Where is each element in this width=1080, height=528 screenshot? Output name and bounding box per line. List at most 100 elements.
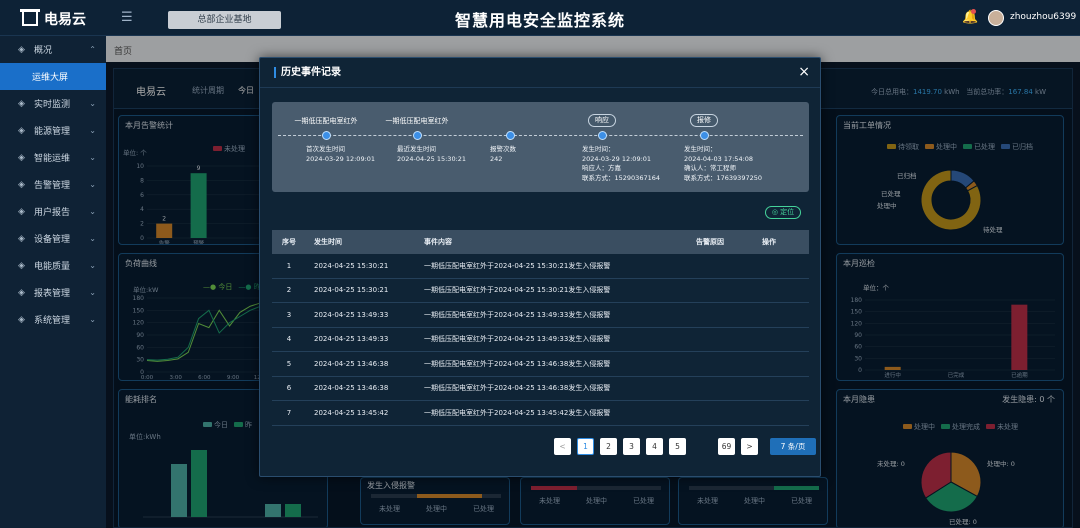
table-cell: 一期低压配电室红外于2024-04-25 15:30:21发生入侵报警 — [424, 261, 611, 270]
bell-icon[interactable]: 🔔 — [962, 9, 978, 25]
sidebar-item-5[interactable]: ◈ 告警管理 ⌄ — [0, 171, 106, 198]
sidebar-item-label: 设备管理 — [34, 235, 71, 245]
table-header-cell: 序号 — [282, 238, 296, 246]
table-cell: 2024-04-25 15:30:21 — [314, 286, 389, 295]
pager-page-button[interactable]: 3 — [623, 438, 640, 455]
chevron-icon: ⌃ — [89, 45, 96, 54]
timeline-action-button[interactable]: 响应 — [588, 114, 616, 127]
device-icon: ◈ — [18, 233, 25, 244]
close-icon[interactable]: × — [798, 64, 810, 80]
sidebar-item-10[interactable]: ◈ 系统管理 ⌄ — [0, 306, 106, 333]
table-row[interactable]: 3 2024-04-25 13:49:33 一期低压配电室红外于2024-04-25… — [272, 303, 809, 328]
table-header-cell: 事件内容 — [424, 238, 452, 246]
table-cell: 一期低压配电室红外于2024-04-25 15:30:21发生入侵报警 — [424, 286, 611, 295]
timeline-detail-line: 发生时间： — [582, 145, 615, 153]
sidebar-item-7[interactable]: ◈ 设备管理 ⌄ — [0, 225, 106, 252]
table-cell: 2 — [286, 286, 292, 295]
timeline-detail-line: 发生时间： — [684, 145, 717, 153]
table-cell: 2024-04-25 13:46:38 — [314, 384, 389, 393]
username[interactable]: zhouzhou6399 — [1010, 12, 1076, 22]
timeline-node-title: 一期低压配电室红外 — [294, 117, 358, 125]
sidebar-item-label: 能源管理 — [34, 127, 71, 137]
sidebar-item-9[interactable]: ◈ 报表管理 ⌄ — [0, 279, 106, 306]
table-cell: 3 — [286, 310, 292, 319]
table-row[interactable]: 1 2024-04-25 15:30:21 一期低压配电室红外于2024-04-25… — [272, 254, 809, 279]
timeline-node — [413, 131, 422, 140]
pagination: <1 2 3 4 5 69 >7 条/页 — [554, 438, 816, 455]
pager-next-button[interactable]: > — [741, 438, 758, 455]
sidebar-item-0[interactable]: ◈ 概况 ⌃ — [0, 36, 106, 63]
sidebar-item-label: 系统管理 — [34, 316, 71, 326]
table-cell: 一期低压配电室红外于2024-04-25 13:46:38发生入侵报警 — [424, 384, 611, 393]
sidebar-item-label: 实时监测 — [34, 100, 71, 110]
share-icon: ◈ — [18, 314, 25, 325]
sidebar-item-3[interactable]: ◈ 能源管理 ⌄ — [0, 117, 106, 144]
timeline-detail-line: 联系方式：15290367164 — [582, 173, 660, 182]
chevron-icon: ⌄ — [89, 261, 96, 270]
layers-icon: ◈ — [18, 44, 25, 55]
sidebar-item-label: 概况 — [34, 46, 53, 56]
timeline-action-button[interactable]: 报修 — [690, 114, 718, 127]
timeline-detail-line: 响应人：方嘉 — [582, 164, 621, 172]
table-row[interactable]: 2 2024-04-25 15:30:21 一期低压配电室红外于2024-04-25… — [272, 279, 809, 303]
timeline-detail-line: 2024-04-03 17:54:08 — [684, 154, 754, 163]
table-cell: 2024-04-25 13:46:38 — [314, 359, 389, 368]
timeline-node — [506, 131, 515, 140]
sidebar-item-1[interactable]: 运维大屏 — [0, 63, 106, 90]
timeline-node-title: 一期低压配电室红外 — [385, 117, 449, 125]
table-cell: 一期低压配电室红外于2024-04-25 13:46:38发生入侵报警 — [424, 359, 611, 368]
table-row[interactable]: 5 2024-04-25 13:46:38 一期低压配电室红外于2024-04-25… — [272, 352, 809, 377]
table-cell: 2024-04-25 13:49:33 — [314, 335, 389, 344]
table-cell: 1 — [286, 261, 292, 270]
timeline-detail-line: 2024-03-29 12:09:01 — [306, 154, 376, 163]
timeline-node-details: 报警次数 242 — [490, 145, 516, 164]
sidebar-item-label: 电能质量 — [34, 262, 71, 272]
table-cell: 一期低压配电室红外于2024-04-25 13:49:33发生入侵报警 — [424, 310, 611, 319]
history-modal: 历史事件记录 × 一期低压配电室红外 首次发生时间 2024-03-29 12:09… — [259, 57, 821, 477]
sidebar-item-4[interactable]: ◈ 智能运维 ⌄ — [0, 144, 106, 171]
modal-title: 历史事件记录 — [274, 67, 341, 78]
sidebar-item-6[interactable]: ◈ 用户报告 ⌄ — [0, 198, 106, 225]
pager-page-button[interactable]: 5 — [669, 438, 686, 455]
chevron-icon: ⌄ — [89, 207, 96, 216]
timeline-detail-line: 242 — [490, 154, 503, 163]
page-size-select[interactable]: 7 条/页 — [770, 438, 816, 455]
pager-page-button[interactable]: 1 — [577, 438, 594, 455]
timeline-node — [598, 131, 607, 140]
top-bar: 电易云 ☰ 总部企业基地 智慧用电安全监控系统 🔔 zhouzhou6399 — [0, 0, 1080, 36]
sidebar-item-label: 告警管理 — [34, 181, 71, 191]
tools-icon: ◈ — [18, 152, 25, 163]
system-title: 智慧用电安全监控系统 — [454, 11, 625, 30]
locate-button[interactable]: ◎ 定位 — [765, 206, 801, 219]
chevron-icon: ⌄ — [89, 234, 96, 243]
table-cell: 5 — [286, 359, 292, 368]
timeline-node-details: 发生时间： 2024-04-03 17:54:08 确认人：常工程师 联系方式：176… — [684, 145, 762, 183]
table-row[interactable]: 4 2024-04-25 13:49:33 一期低压配电室红外于2024-04-25… — [272, 328, 809, 352]
table-header: 序号 发生时间 事件内容 告警原因 操作 — [272, 230, 809, 254]
timeline-node — [322, 131, 331, 140]
avatar[interactable] — [988, 10, 1004, 26]
sidebar-item-2[interactable]: ◈ 实时监测 ⌄ — [0, 90, 106, 117]
pager-page-button[interactable]: 4 — [646, 438, 663, 455]
notification-dot — [971, 9, 976, 14]
table-row[interactable]: 7 2024-04-25 13:45:42 一期低压配电室红外于2024-04-25… — [272, 401, 809, 426]
pager-page-button[interactable]: 2 — [600, 438, 617, 455]
sidebar-item-label: 用户报告 — [34, 208, 71, 218]
table-row[interactable]: 6 2024-04-25 13:46:38 一期低压配电室红外于2024-04-25… — [272, 377, 809, 401]
sidebar-item-label: 智能运维 — [34, 154, 71, 164]
event-table: 序号 发生时间 事件内容 告警原因 操作 1 2024-04-25 15:30:21 一期低压… — [272, 230, 809, 426]
modal-header: 历史事件记录 × — [260, 58, 820, 88]
table-icon: ◈ — [18, 287, 25, 298]
chevron-icon: ⌄ — [89, 315, 96, 324]
timeline-detail-line: 报警次数 — [490, 145, 516, 153]
chevron-icon: ⌄ — [89, 153, 96, 162]
pager-prev-button[interactable]: < — [554, 438, 571, 455]
pager-last-button[interactable]: 69 — [718, 438, 735, 455]
sidebar-item-label: 运维大屏 — [32, 73, 69, 83]
table-cell: 2024-04-25 13:45:42 — [314, 408, 389, 417]
sidebar-item-8[interactable]: ◈ 电能质量 ⌄ — [0, 252, 106, 279]
timeline-node-details: 发生时间： 2024-03-29 12:09:01 响应人：方嘉 联系方式：15290… — [582, 145, 660, 183]
chevron-icon: ⌄ — [89, 180, 96, 189]
timeline-node-details: 最近发生时间 2024-04-25 15:30:21 — [397, 145, 466, 164]
chevron-icon: ⌄ — [89, 288, 96, 297]
